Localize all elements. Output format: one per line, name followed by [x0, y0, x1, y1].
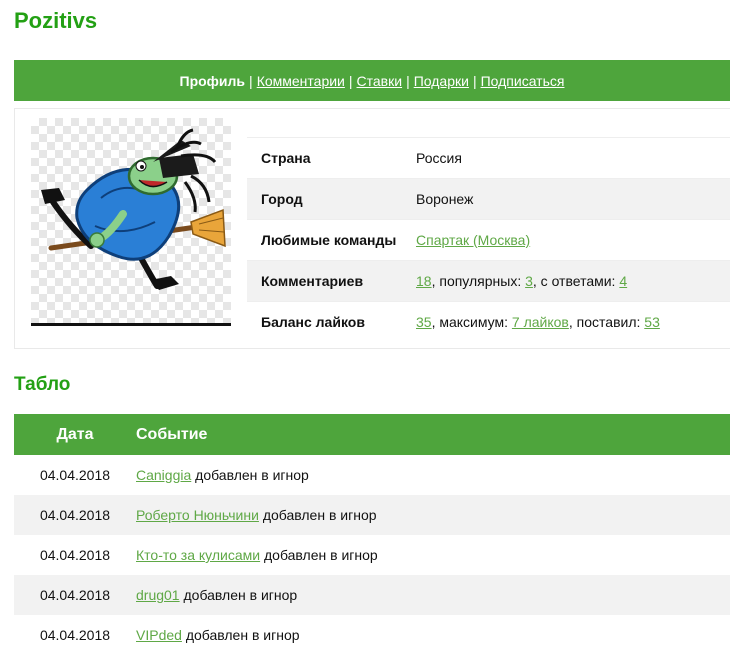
event-date: 04.04.2018: [39, 627, 111, 643]
event-user-link[interactable]: drug01: [136, 587, 180, 603]
popular-count-link[interactable]: 3: [525, 273, 533, 289]
comments-count-link[interactable]: 18: [416, 273, 432, 289]
nav-link-subscribe[interactable]: Подписаться: [481, 73, 565, 89]
info-label: Комментариев: [247, 260, 416, 302]
event-text: Роберто Нюньчини добавлен в игнор: [136, 495, 730, 535]
info-value: 35, максимум: 7 лайков, поставил: 53: [416, 301, 730, 342]
event-text: VIPded добавлен в игнор: [136, 615, 730, 655]
profile-card: Страна Россия Город Воронеж Любимые кома…: [14, 108, 730, 349]
event-action: добавлен в игнор: [191, 467, 309, 483]
column-header-event: Событие: [136, 414, 730, 455]
event-date: 04.04.2018: [14, 575, 136, 615]
table-header-row: Дата Событие: [14, 414, 730, 455]
nav-link-comments[interactable]: Комментарии: [257, 73, 345, 89]
page-title: Pozitivs: [14, 8, 98, 33]
event-date: 04.04.2018: [39, 547, 111, 563]
popular-label: , популярных:: [431, 273, 526, 289]
nav-separator: |: [406, 72, 410, 89]
info-label: Страна: [247, 137, 416, 179]
tablo-table: Дата Событие 04.04.2018 Caniggia добавле…: [14, 414, 730, 655]
event-text: drug01 добавлен в игнор: [136, 575, 730, 615]
nav-profile-active: Профиль: [179, 72, 246, 89]
info-row-country: Страна Россия: [247, 137, 730, 179]
likes-max-link[interactable]: 7 лайков: [512, 314, 569, 330]
replies-label: , с ответами:: [532, 273, 620, 289]
max-label: , максимум:: [431, 314, 512, 330]
table-row: 04.04.2018 Роберто Нюньчини добавлен в и…: [14, 495, 730, 535]
likes-given-link[interactable]: 53: [644, 314, 660, 330]
table-row: 04.04.2018 drug01 добавлен в игнор: [14, 575, 730, 615]
event-action: добавлен в игнор: [179, 587, 298, 603]
nav-separator: |: [472, 72, 477, 89]
info-row-likes: Баланс лайков 35, максимум: 7 лайков, по…: [247, 301, 730, 342]
witch-on-broom-icon: [31, 118, 231, 326]
info-label: Любимые команды: [247, 219, 416, 261]
table-row: 04.04.2018 Кто-то за кулисами добавлен в…: [14, 535, 730, 575]
likes-balance-link[interactable]: 35: [416, 314, 432, 330]
replies-count-link[interactable]: 4: [619, 273, 627, 289]
event-action: добавлен в игнор: [181, 627, 300, 643]
given-label: , поставил:: [568, 314, 645, 330]
event-date: 04.04.2018: [39, 467, 111, 483]
nav-separator: |: [348, 72, 353, 89]
info-label: Баланс лайков: [247, 301, 416, 342]
table-row: 04.04.2018 Caniggia добавлен в игнор: [14, 455, 730, 495]
info-row-teams: Любимые команды Спартак (Москва): [247, 219, 730, 261]
table-row: 04.04.2018 VIPded добавлен в игнор: [14, 615, 730, 655]
profile-nav: Профиль | Комментарии | Ставки | Подарки…: [14, 60, 730, 101]
event-text: Кто-то за кулисами добавлен в игнор: [136, 535, 730, 575]
column-header-date: Дата: [14, 414, 136, 455]
event-date: 04.04.2018: [14, 495, 136, 535]
info-value: Спартак (Москва): [416, 219, 730, 261]
info-value: Воронеж: [416, 178, 730, 220]
event-user-link[interactable]: Роберто Нюньчини: [136, 507, 259, 523]
nav-link-gifts[interactable]: Подарки: [414, 73, 469, 89]
info-row-city: Город Воронеж: [247, 178, 730, 220]
event-action: добавлен в игнор: [260, 547, 378, 563]
event-user-link[interactable]: VIPded: [136, 627, 182, 643]
event-action: добавлен в игнор: [258, 507, 377, 523]
info-value: Россия: [416, 137, 730, 179]
tablo-title: Табло: [14, 374, 71, 395]
info-row-comments: Комментариев 18, популярных: 3, с ответа…: [247, 260, 730, 302]
info-label: Город: [247, 178, 416, 220]
info-value: 18, популярных: 3, с ответами: 4: [416, 260, 730, 302]
event-user-link[interactable]: Кто-то за кулисами: [136, 547, 260, 563]
event-text: Caniggia добавлен в игнор: [136, 455, 730, 495]
event-user-link[interactable]: Caniggia: [136, 467, 191, 483]
nav-separator: |: [249, 72, 253, 89]
favorite-team-link[interactable]: Спартак (Москва): [416, 232, 530, 248]
profile-info-table: Страна Россия Город Воронеж Любимые кома…: [247, 137, 730, 342]
nav-link-bets[interactable]: Ставки: [357, 73, 403, 89]
